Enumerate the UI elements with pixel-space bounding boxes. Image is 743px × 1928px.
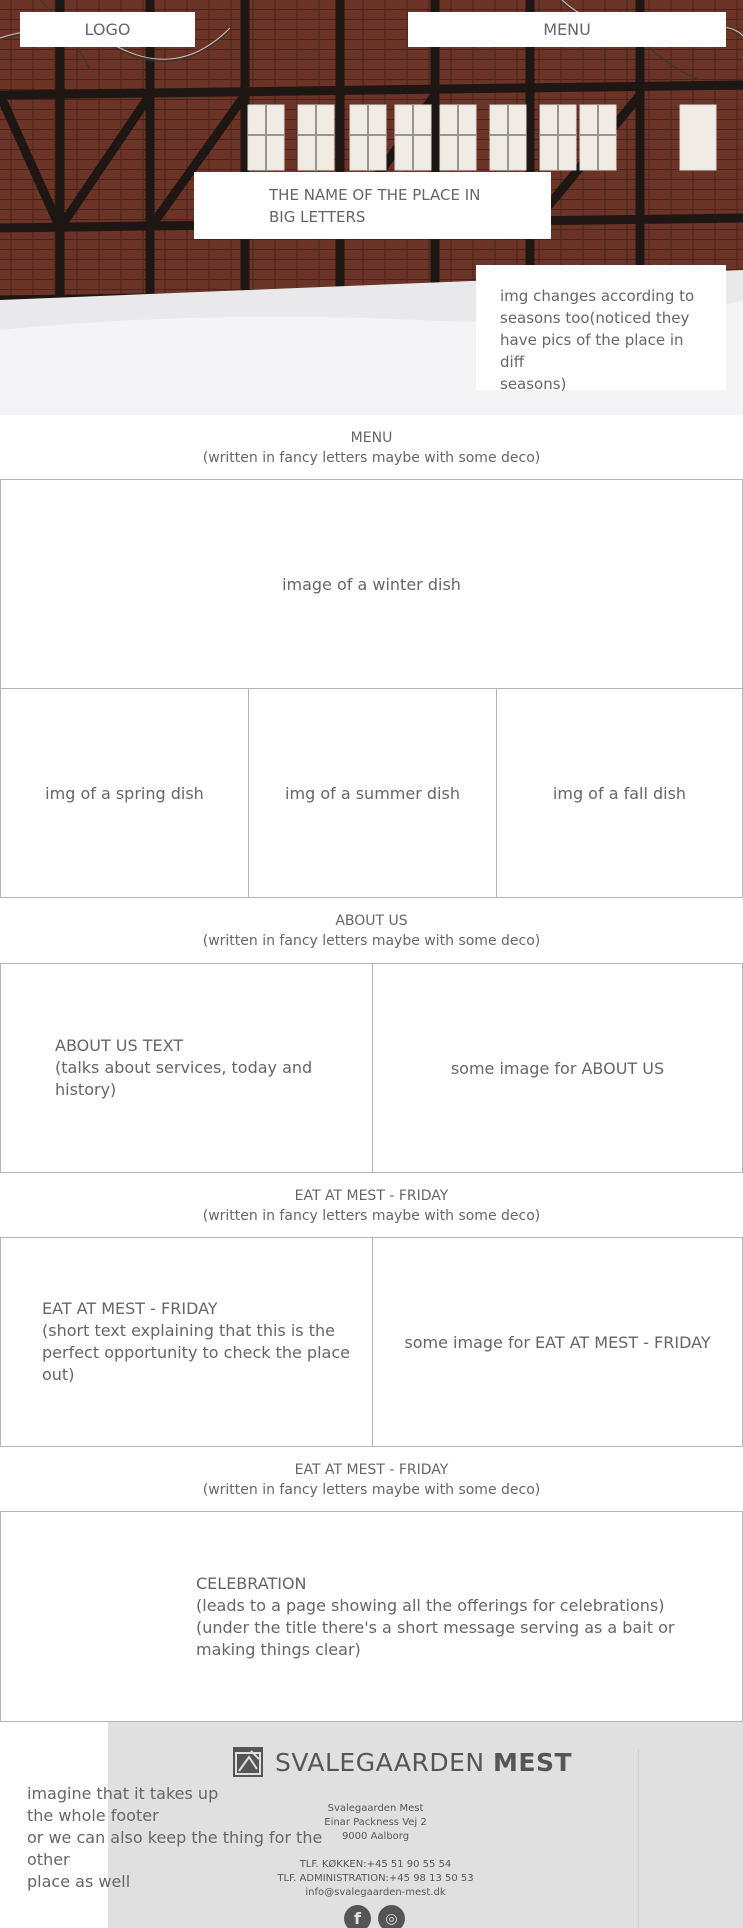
eat-text-title: EAT AT MEST - FRIDAY [42, 1299, 218, 1318]
menu-button[interactable]: MENU [408, 12, 726, 47]
brand-logo-icon [233, 1747, 263, 1777]
fall-dish-image[interactable]: img of a fall dish [496, 688, 743, 898]
eat-text-description: perfect opportunity to check the place o… [42, 1343, 350, 1384]
season-note-line: seasons) [500, 375, 567, 393]
season-note-line: seasons too(noticed they [500, 309, 690, 327]
winter-dish-image[interactable]: image of a winter dish [0, 479, 743, 689]
facebook-glyph: f [354, 1909, 361, 1928]
spring-dish-image[interactable]: img of a spring dish [0, 688, 249, 898]
about-us-image-label: some image for ABOUT US [450, 1058, 665, 1078]
about-text-description: (talks about services, today and history… [55, 1058, 313, 1099]
celebration-block[interactable]: CELEBRATION (leads to a page showing all… [0, 1511, 743, 1722]
menu-section-heading: MENU (written in fancy letters maybe wit… [0, 428, 743, 468]
menu-label: MENU [543, 20, 591, 39]
season-note-line: have pics of the place in diff [500, 331, 684, 371]
spring-dish-label: img of a spring dish [45, 783, 204, 803]
menu-section-subtitle: (written in fancy letters maybe with som… [202, 450, 541, 466]
celebration-section-subtitle: (written in fancy letters maybe with som… [202, 1482, 541, 1498]
about-text-title: ABOUT US TEXT [55, 1036, 184, 1055]
celebration-section-title: EAT AT MEST - FRIDAY [294, 1462, 449, 1478]
logo[interactable]: LOGO [20, 12, 195, 47]
celebration-description: (under the title there's a short message… [196, 1617, 675, 1637]
eat-at-mest-text-block: EAT AT MEST - FRIDAY (short text explain… [0, 1237, 373, 1447]
place-name-title: THE NAME OF THE PLACE IN BIG LETTERS [194, 172, 551, 239]
about-us-text-block: ABOUT US TEXT (talks about services, tod… [0, 963, 373, 1173]
summer-dish-image[interactable]: img of a summer dish [248, 688, 497, 898]
brand-name-light: SVALEGAARDEN [275, 1747, 485, 1777]
eat-at-mest-image: some image for EAT AT MEST - FRIDAY [372, 1237, 743, 1447]
instagram-icon[interactable]: ◎ [378, 1905, 405, 1928]
about-section-title: ABOUT US [335, 913, 408, 929]
logo-text: LOGO [84, 20, 131, 39]
eat-section-subtitle: (written in fancy letters maybe with som… [202, 1208, 541, 1224]
about-section-subtitle: (written in fancy letters maybe with som… [202, 933, 541, 949]
winter-dish-label: image of a winter dish [282, 574, 461, 594]
footer-note-line: or we can also keep the thing for the ot… [27, 1828, 323, 1869]
about-us-image: some image for ABOUT US [372, 963, 743, 1173]
eat-section-heading: EAT AT MEST - FRIDAY (written in fancy l… [0, 1186, 743, 1226]
eat-text-description: (short text explaining that this is the [42, 1321, 335, 1340]
summer-dish-label: img of a summer dish [285, 783, 460, 803]
eat-section-title: EAT AT MEST - FRIDAY [294, 1188, 449, 1204]
footer-note-line: imagine that it takes up [27, 1784, 219, 1803]
facebook-icon[interactable]: f [344, 1905, 371, 1928]
eat-at-mest-image-label: some image for EAT AT MEST - FRIDAY [404, 1332, 711, 1352]
fall-dish-label: img of a fall dish [552, 783, 687, 803]
celebration-title: CELEBRATION [196, 1573, 307, 1593]
menu-section-title: MENU [350, 430, 393, 446]
footer-note-line: the whole footer [27, 1806, 159, 1825]
brand-name: SVALEGAARDEN MEST [275, 1748, 572, 1777]
brand-name-bold: MEST [493, 1747, 573, 1777]
footer-brand[interactable]: SVALEGAARDEN MEST [233, 1747, 572, 1777]
about-section-heading: ABOUT US (written in fancy letters maybe… [0, 911, 743, 951]
hero-banner: LOGO MENU THE NAME OF THE PLACE IN BIG L… [0, 0, 743, 415]
place-name-line: BIG LETTERS [269, 208, 366, 226]
footer-note: imagine that it takes up the whole foote… [27, 1783, 367, 1893]
celebration-section-heading: EAT AT MEST - FRIDAY (written in fancy l… [0, 1460, 743, 1500]
celebration-description: (leads to a page showing all the offerin… [196, 1595, 665, 1615]
footer-note-line: place as well [27, 1872, 131, 1891]
season-note-line: img changes according to [500, 287, 695, 305]
season-note: img changes according to seasons too(not… [476, 265, 726, 393]
place-name-line: THE NAME OF THE PLACE IN [269, 186, 481, 204]
celebration-description: making things clear) [196, 1639, 361, 1659]
instagram-glyph: ◎ [385, 1910, 398, 1927]
